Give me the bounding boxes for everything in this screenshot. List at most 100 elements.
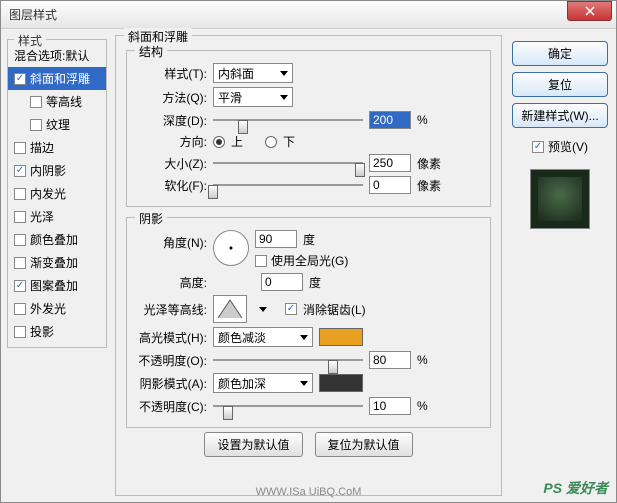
style-item-10[interactable]: 图案叠加 xyxy=(8,274,106,297)
watermark-url: WWW.ISa UiBQ.CoM xyxy=(256,486,362,498)
size-input[interactable] xyxy=(369,154,411,172)
angle-picker[interactable] xyxy=(213,230,249,266)
settings-panel: 斜面和浮雕 结构 样式(T): 内斜面 方法(Q): 平滑 xyxy=(115,35,502,496)
style-item-12[interactable]: 投影 xyxy=(8,320,106,343)
shadow-mode-label: 阴影模式(A): xyxy=(137,375,207,392)
shadow-opacity-label: 不透明度(C): xyxy=(137,398,207,415)
soften-input[interactable] xyxy=(369,176,411,194)
highlight-opacity-unit: % xyxy=(417,353,428,367)
style-checkbox[interactable] xyxy=(14,142,26,154)
style-item-label: 渐变叠加 xyxy=(30,254,78,271)
titlebar: 图层样式 xyxy=(1,1,616,29)
chevron-down-icon[interactable] xyxy=(259,307,267,312)
style-checkbox[interactable] xyxy=(14,234,26,246)
style-item-label: 内发光 xyxy=(30,185,66,202)
style-item-4[interactable]: 描边 xyxy=(8,136,106,159)
direction-up-radio[interactable] xyxy=(213,136,225,148)
technique-label: 方法(Q): xyxy=(137,89,207,106)
up-label: 上 xyxy=(231,133,243,150)
style-checkbox[interactable] xyxy=(14,303,26,315)
reset-default-button[interactable]: 复位为默认值 xyxy=(315,432,413,457)
preview-label: 预览(V) xyxy=(548,138,588,155)
layer-style-dialog: 图层样式 样式 混合选项:默认斜面和浮雕等高线纹理描边内阴影内发光光泽颜色叠加渐… xyxy=(0,0,617,503)
style-checkbox[interactable] xyxy=(14,257,26,269)
soften-label: 软化(F): xyxy=(137,177,207,194)
soften-unit: 像素 xyxy=(417,177,441,194)
antialias-checkbox[interactable] xyxy=(285,303,297,315)
style-item-11[interactable]: 外发光 xyxy=(8,297,106,320)
style-item-label: 外发光 xyxy=(30,300,66,317)
style-item-3[interactable]: 纹理 xyxy=(8,113,106,136)
highlight-opacity-input[interactable] xyxy=(369,351,411,369)
style-item-label: 投影 xyxy=(30,323,54,340)
dialog-title: 图层样式 xyxy=(9,6,567,23)
highlight-opacity-label: 不透明度(O): xyxy=(137,352,207,369)
style-label: 样式(T): xyxy=(137,65,207,82)
style-item-6[interactable]: 内发光 xyxy=(8,182,106,205)
style-item-label: 混合选项:默认 xyxy=(14,47,89,64)
antialias-label: 消除锯齿(L) xyxy=(303,301,366,318)
highlight-opacity-slider[interactable] xyxy=(213,351,363,369)
chevron-down-icon xyxy=(280,95,288,100)
size-unit: 像素 xyxy=(417,155,441,172)
direction-down-radio[interactable] xyxy=(265,136,277,148)
preview-checkbox[interactable] xyxy=(532,141,544,153)
style-item-2[interactable]: 等高线 xyxy=(8,90,106,113)
gloss-label: 光泽等高线: xyxy=(137,301,207,318)
altitude-input[interactable] xyxy=(261,273,303,291)
angle-input[interactable] xyxy=(255,230,297,248)
shadow-color-swatch[interactable] xyxy=(319,374,363,392)
style-item-8[interactable]: 颜色叠加 xyxy=(8,228,106,251)
style-item-5[interactable]: 内阴影 xyxy=(8,159,106,182)
altitude-label: 高度: xyxy=(137,274,207,291)
depth-input[interactable] xyxy=(369,111,411,129)
bevel-group: 斜面和浮雕 结构 样式(T): 内斜面 方法(Q): 平滑 xyxy=(115,35,502,496)
ok-button[interactable]: 确定 xyxy=(512,41,608,66)
style-list-panel: 样式 混合选项:默认斜面和浮雕等高线纹理描边内阴影内发光光泽颜色叠加渐变叠加图案… xyxy=(7,35,107,496)
soften-slider[interactable] xyxy=(213,176,363,194)
style-checkbox[interactable] xyxy=(14,188,26,200)
highlight-mode-dropdown[interactable]: 颜色减淡 xyxy=(213,327,313,347)
highlight-mode-value: 颜色减淡 xyxy=(218,329,266,346)
style-list: 混合选项:默认斜面和浮雕等高线纹理描边内阴影内发光光泽颜色叠加渐变叠加图案叠加外… xyxy=(8,44,106,343)
new-style-button[interactable]: 新建样式(W)... xyxy=(512,103,608,128)
close-icon xyxy=(585,6,595,16)
highlight-color-swatch[interactable] xyxy=(319,328,363,346)
shadow-opacity-input[interactable] xyxy=(369,397,411,415)
depth-slider[interactable] xyxy=(213,111,363,129)
style-checkbox[interactable] xyxy=(14,211,26,223)
style-item-1[interactable]: 斜面和浮雕 xyxy=(8,67,106,90)
style-item-label: 图案叠加 xyxy=(30,277,78,294)
chevron-down-icon xyxy=(300,381,308,386)
shadow-opacity-unit: % xyxy=(417,399,428,413)
style-checkbox[interactable] xyxy=(14,73,26,85)
shadow-opacity-slider[interactable] xyxy=(213,397,363,415)
direction-label: 方向: xyxy=(137,133,207,150)
close-button[interactable] xyxy=(567,1,612,21)
style-item-9[interactable]: 渐变叠加 xyxy=(8,251,106,274)
depth-unit: % xyxy=(417,113,428,127)
make-default-button[interactable]: 设置为默认值 xyxy=(204,432,302,457)
depth-label: 深度(D): xyxy=(137,112,207,129)
shadow-mode-dropdown[interactable]: 颜色加深 xyxy=(213,373,313,393)
style-item-7[interactable]: 光泽 xyxy=(8,205,106,228)
technique-dropdown[interactable]: 平滑 xyxy=(213,87,293,107)
size-slider[interactable] xyxy=(213,154,363,172)
style-header: 样式 xyxy=(14,32,46,49)
cancel-button[interactable]: 复位 xyxy=(512,72,608,97)
style-checkbox[interactable] xyxy=(14,326,26,338)
style-checkbox[interactable] xyxy=(30,96,42,108)
style-checkbox[interactable] xyxy=(14,165,26,177)
shading-title: 阴影 xyxy=(135,210,167,227)
gloss-contour-picker[interactable] xyxy=(213,295,247,323)
style-item-label: 光泽 xyxy=(30,208,54,225)
style-item-label: 纹理 xyxy=(46,116,70,133)
contour-icon xyxy=(216,298,244,320)
shadow-mode-value: 颜色加深 xyxy=(218,375,266,392)
global-light-label: 使用全局光(G) xyxy=(271,252,348,269)
style-checkbox[interactable] xyxy=(14,280,26,292)
global-light-checkbox[interactable] xyxy=(255,255,267,267)
style-checkbox[interactable] xyxy=(30,119,42,131)
watermark-text: PS 爱好者 xyxy=(543,478,608,498)
style-dropdown[interactable]: 内斜面 xyxy=(213,63,293,83)
